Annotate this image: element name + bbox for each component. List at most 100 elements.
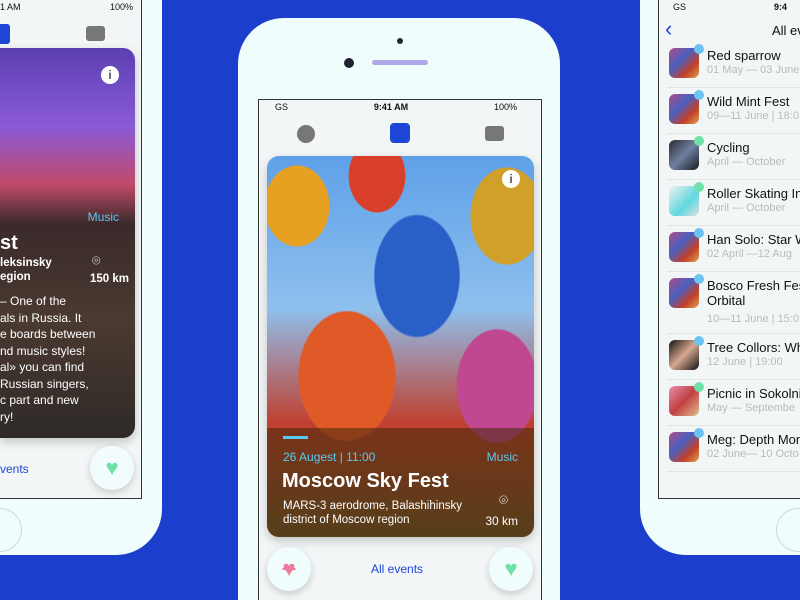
status-dot	[694, 382, 704, 392]
list-item[interactable]: Bosco Fresh Fes Orbital 10—11 June | 15:0	[667, 272, 800, 334]
item-title: Bosco Fresh Fes	[707, 278, 800, 293]
item-title: Meg: Depth Mon	[707, 432, 800, 447]
item-dates: April — October	[707, 156, 786, 168]
events-grid-icon[interactable]	[390, 123, 410, 143]
status-dot	[694, 182, 704, 192]
list-item[interactable]: Tree Collors: Wh 12 June | 19:00	[667, 334, 800, 380]
status-bar: 1 AM 100%	[0, 2, 141, 16]
status-battery: 100%	[493, 102, 517, 112]
home-button[interactable]	[776, 508, 800, 552]
description-line: al» you can find	[0, 360, 85, 374]
list-item[interactable]: Wild Mint Fest 09—11 June | 18:0	[667, 88, 800, 134]
status-carrier: GS	[275, 102, 289, 112]
card-distance: 30 km	[485, 514, 518, 528]
description-line: als in Russia. It	[0, 310, 82, 325]
list-item[interactable]: Han Solo: Star W 02 April —12 Aug	[667, 226, 800, 272]
camera-dot	[397, 38, 403, 44]
chat-icon[interactable]	[86, 26, 105, 41]
description-line: e boards between	[0, 327, 96, 341]
progress-indicator	[283, 436, 308, 439]
location-pin-icon: ⌾	[498, 492, 508, 509]
card-title: st	[0, 232, 18, 254]
item-dates: May — Septembe	[707, 402, 796, 414]
item-title: Picnic in Sokolni	[707, 386, 800, 401]
info-icon[interactable]: i	[502, 170, 520, 188]
status-dot	[694, 228, 704, 238]
card-location-line2: district of Moscow region	[283, 514, 410, 526]
status-bar: GS 9:41 AM 100%	[259, 102, 541, 116]
item-title-line2: Orbital	[707, 293, 746, 308]
card-description: – One of the als in Russia. It e boards …	[0, 293, 95, 425]
list-item[interactable]: Picnic in Sokolni May — Septembe	[667, 380, 800, 426]
back-icon[interactable]: ‹	[665, 16, 672, 42]
right-phone: GS 9:4 ‹ All eve Red sparrow01 May — 03 …	[640, 0, 800, 555]
broken-heart-icon: ♥	[282, 556, 296, 581]
card-category: Music	[87, 210, 119, 224]
card-location: leksinsky egion	[0, 257, 52, 283]
status-dot	[694, 274, 704, 284]
left-screen: 1 AM 100% i Music st leksinsky egion ⌾ 1…	[0, 0, 142, 499]
status-time: 1 AM	[0, 2, 21, 12]
dislike-button[interactable]: ♥	[267, 547, 311, 591]
home-button[interactable]	[0, 508, 22, 552]
status-dot	[694, 428, 704, 438]
item-dates: April — October	[707, 202, 786, 214]
front-camera	[344, 58, 354, 68]
status-battery: 100%	[109, 2, 133, 12]
heart-icon: ♥	[504, 556, 518, 581]
center-phone: GS 9:41 AM 100% i 26 Augest | 11:00 Musi…	[238, 18, 560, 600]
list-item[interactable]: Cycling April — October	[667, 134, 800, 180]
card-distance: 150 km	[89, 273, 129, 285]
list-item[interactable]: Meg: Depth Mon 02 June— 10 Octo	[667, 426, 800, 472]
all-events-link[interactable]: vents	[0, 462, 29, 476]
description-line: ry!	[0, 409, 14, 424]
description-line: c part and new	[0, 393, 79, 407]
list-item[interactable]: Red sparrow 01 May — 03 June	[667, 42, 800, 88]
event-card[interactable]: i 26 Augest | 11:00 Music Moscow Sky Fes…	[267, 156, 534, 537]
status-carrier: GS	[673, 2, 687, 12]
screen-title: All eve	[772, 23, 800, 38]
list-item[interactable]: Roller Skating In April — October	[667, 180, 800, 226]
like-button[interactable]: ♥	[489, 547, 533, 591]
card-location-line1: MARS-3 aerodrome, Balashihinsky	[283, 500, 462, 512]
item-title: Red sparrow	[707, 48, 781, 63]
status-dot	[694, 44, 704, 54]
heart-icon: ♥	[105, 455, 119, 480]
events-grid-icon[interactable]	[0, 24, 10, 44]
item-title: Cycling	[707, 140, 750, 155]
status-dot	[694, 136, 704, 146]
description-line: nd music styles!	[0, 343, 86, 358]
status-time: 9:41 AM	[373, 102, 409, 112]
event-card[interactable]: i Music st leksinsky egion ⌾ 150 km – On…	[0, 48, 135, 438]
item-dates: 02 June— 10 Octo	[707, 448, 799, 460]
card-category: Music	[486, 450, 518, 464]
item-dates: 09—11 June | 18:0	[707, 110, 799, 122]
profile-icon[interactable]	[297, 125, 315, 143]
center-screen: GS 9:41 AM 100% i 26 Augest | 11:00 Musi…	[258, 99, 542, 600]
description-line: Russian singers,	[0, 376, 89, 391]
item-dates: 10—11 June | 15:0	[707, 313, 799, 325]
item-dates: 01 May — 03 June	[707, 64, 800, 76]
card-date: 26 Augest | 11:00	[283, 450, 376, 464]
all-events-link[interactable]: All events	[371, 562, 423, 576]
card-info-overlay: 26 Augest | 11:00 Music Moscow Sky Fest …	[267, 428, 534, 537]
description-line: – One of the	[0, 294, 67, 308]
item-title: Roller Skating In	[707, 186, 800, 201]
item-dates: 12 June | 19:00	[707, 356, 783, 368]
card-title: Moscow Sky Fest	[282, 470, 449, 492]
status-dot	[694, 90, 704, 100]
item-title: Tree Collors: Wh	[707, 340, 800, 355]
speaker	[372, 60, 428, 65]
like-button[interactable]: ♥	[90, 446, 134, 490]
chat-icon[interactable]	[485, 126, 504, 141]
left-phone: 1 AM 100% i Music st leksinsky egion ⌾ 1…	[0, 0, 162, 555]
item-dates: 02 April —12 Aug	[707, 248, 793, 260]
item-title: Han Solo: Star W	[707, 232, 800, 247]
location-pin-icon: ⌾	[92, 252, 101, 268]
item-title: Wild Mint Fest	[707, 94, 790, 109]
status-time: 9:4	[774, 2, 788, 12]
status-dot	[694, 336, 704, 346]
right-screen: GS 9:4 ‹ All eve Red sparrow01 May — 03 …	[658, 0, 800, 499]
info-icon[interactable]: i	[101, 66, 119, 84]
status-bar: GS 9:4	[659, 2, 800, 16]
